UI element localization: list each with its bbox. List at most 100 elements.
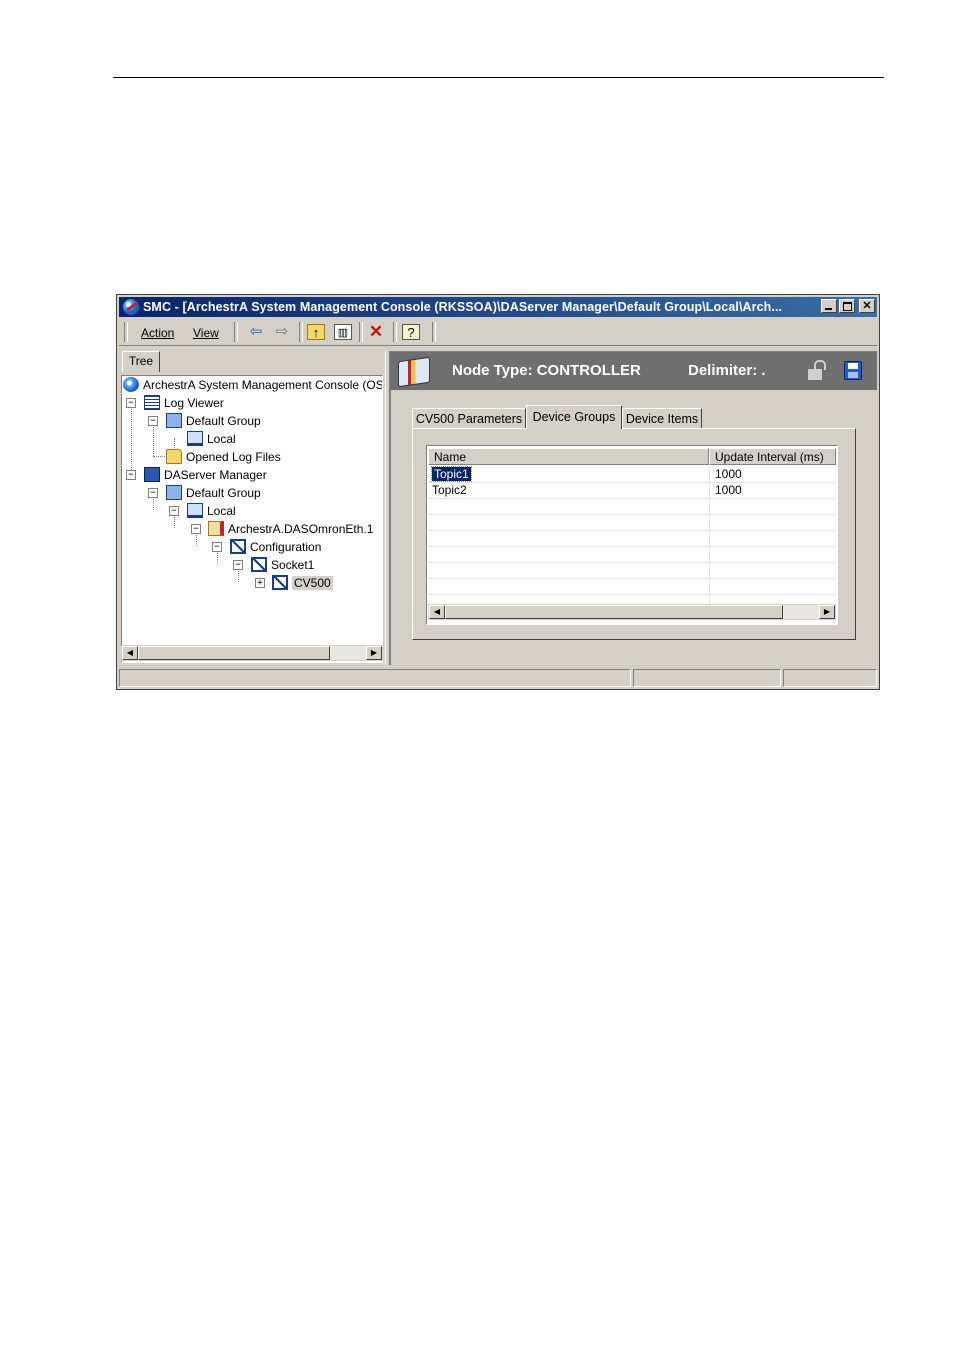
table-row[interactable]: Topic1 1000	[428, 466, 836, 483]
tree-node-das-local[interactable]: Local	[187, 503, 236, 519]
table-horizontal-scrollbar[interactable]: ◀ ▶	[428, 604, 836, 620]
tree-node-log-default-group[interactable]: Default Group	[166, 413, 261, 429]
menu-toolbar: Action View ⇦ ⇨ ↑ ▥ ✕ ?	[119, 319, 877, 346]
tab-device-items[interactable]: Device Items	[622, 408, 702, 428]
scroll-left-button[interactable]: ◀	[122, 646, 138, 660]
expand-toggle[interactable]: +	[255, 578, 265, 588]
tab-device-groups[interactable]: Device Groups	[526, 405, 622, 429]
tree-node-label: ArchestrA.DASOmronEth.1	[228, 522, 374, 536]
console-icon	[123, 377, 139, 392]
tree-node-dasomroneth[interactable]: ArchestrA.DASOmronEth.1	[208, 521, 373, 537]
table-row-empty[interactable]	[428, 578, 836, 595]
tree-node-label: Log Viewer	[164, 396, 224, 410]
table-cell-update-interval[interactable]: 1000	[711, 482, 742, 498]
tree-node-daserver-manager[interactable]: DAServer Manager	[144, 467, 267, 483]
column-header-name[interactable]: Name	[428, 448, 709, 465]
collapse-toggle[interactable]: −	[212, 542, 222, 552]
node-header: Node Type: CONTROLLER Delimiter: .	[390, 352, 877, 390]
scroll-right-button[interactable]: ▶	[366, 646, 382, 660]
smc-app-icon[interactable]	[123, 299, 139, 315]
toolbar-grip	[432, 322, 436, 342]
delete-icon[interactable]: ✕	[367, 323, 385, 340]
tree-horizontal-scrollbar[interactable]: ◀ ▶	[121, 645, 383, 661]
folder-icon	[166, 449, 182, 464]
tree-node-das-default-group[interactable]: Default Group	[166, 485, 261, 501]
tree-node-label: Default Group	[186, 414, 261, 428]
scroll-right-button[interactable]: ▶	[819, 605, 835, 619]
scroll-left-button[interactable]: ◀	[429, 605, 445, 619]
socket-icon	[251, 557, 267, 572]
forward-arrow-icon[interactable]: ⇨	[273, 324, 291, 340]
details-pane: Node Type: CONTROLLER Delimiter: . CV500…	[389, 351, 877, 665]
toolbar-separator	[359, 322, 363, 342]
smc-window: SMC - [ArchestrA System Management Conso…	[116, 294, 880, 690]
maximize-button[interactable]	[839, 299, 855, 313]
up-folder-icon[interactable]: ↑	[307, 324, 325, 340]
table-cell-name[interactable]: Topic2	[428, 482, 467, 498]
tree-node-label: Configuration	[250, 540, 322, 554]
tree-node-log-viewer[interactable]: Log Viewer	[144, 395, 224, 411]
table-cell-name[interactable]: Topic1	[428, 466, 472, 482]
close-button[interactable]: ✕	[859, 299, 875, 313]
collapse-toggle[interactable]: −	[126, 470, 136, 480]
server-manager-icon	[144, 467, 160, 482]
menu-action[interactable]: Action	[141, 326, 174, 340]
tree-node-label: CV500	[292, 576, 333, 590]
collapse-toggle[interactable]: −	[148, 416, 158, 426]
collapse-toggle[interactable]: −	[233, 560, 243, 570]
table-row-empty[interactable]	[428, 498, 836, 515]
column-header-update-interval[interactable]: Update Interval (ms)	[709, 448, 836, 465]
scroll-thumb[interactable]	[138, 646, 330, 660]
log-viewer-icon	[144, 395, 160, 410]
collapse-toggle[interactable]: −	[148, 488, 158, 498]
toolbar-grip[interactable]	[124, 322, 128, 342]
status-pane-3	[783, 669, 877, 687]
table-row-empty[interactable]	[428, 530, 836, 547]
show-hide-tree-icon[interactable]: ▥	[334, 324, 352, 340]
help-icon[interactable]: ?	[402, 324, 420, 340]
computer-icon	[187, 503, 203, 518]
tree-node-cv500[interactable]: CV500	[272, 575, 333, 591]
group-icon	[166, 413, 182, 428]
save-icon[interactable]	[844, 361, 862, 380]
device-groups-table[interactable]: Name Update Interval (ms) Topic1 1000 To…	[426, 445, 838, 625]
tab-tree[interactable]: Tree	[122, 351, 160, 372]
title-bar[interactable]: SMC - [ArchestrA System Management Conso…	[119, 297, 877, 317]
menu-action-label: Action	[141, 326, 175, 340]
daserver-icon	[208, 521, 224, 536]
toolbar-separator	[299, 322, 303, 342]
status-pane-main	[119, 669, 631, 687]
tree-node-socket1[interactable]: Socket1	[251, 557, 314, 573]
node-type-label: Node Type: CONTROLLER	[452, 362, 641, 379]
toolbar-separator	[393, 322, 397, 342]
tree-node-label: Local	[207, 432, 236, 446]
table-row[interactable]: Topic2 1000	[428, 482, 836, 499]
table-row-empty[interactable]	[428, 546, 836, 563]
tree-node-log-local[interactable]: Local	[187, 431, 236, 447]
tree-connector	[153, 456, 165, 457]
collapse-toggle[interactable]: −	[126, 398, 136, 408]
minimize-button[interactable]	[821, 299, 837, 313]
tree-node-console-root[interactable]: ArchestrA System Management Console (OS	[123, 377, 382, 393]
tree-node-configuration[interactable]: Configuration	[230, 539, 321, 555]
collapse-toggle[interactable]: −	[169, 506, 179, 516]
computer-icon	[187, 431, 203, 446]
tree-node-label: DAServer Manager	[164, 468, 267, 482]
delimiter-label: Delimiter: .	[688, 362, 766, 379]
tree-node-label: Socket1	[271, 558, 315, 572]
tab-cv500-parameters[interactable]: CV500 Parameters	[412, 408, 526, 428]
back-arrow-icon[interactable]: ⇦	[247, 324, 265, 340]
table-row-empty[interactable]	[428, 562, 836, 579]
tree-view[interactable]: − − − − − − − − + ArchestrA System Manag…	[121, 375, 383, 663]
toolbar-grip[interactable]	[234, 322, 238, 342]
unlock-icon[interactable]	[808, 360, 826, 380]
table-cell-update-interval[interactable]: 1000	[711, 466, 742, 482]
window-title: SMC - [ArchestrA System Management Conso…	[143, 300, 783, 314]
menu-view[interactable]: View	[193, 326, 219, 340]
menu-view-label: View	[193, 326, 219, 340]
tree-node-opened-log-files[interactable]: Opened Log Files	[166, 449, 281, 465]
scroll-thumb[interactable]	[445, 605, 783, 619]
table-row-empty[interactable]	[428, 514, 836, 531]
tree-node-label: Opened Log Files	[186, 450, 281, 464]
collapse-toggle[interactable]: −	[191, 524, 201, 534]
